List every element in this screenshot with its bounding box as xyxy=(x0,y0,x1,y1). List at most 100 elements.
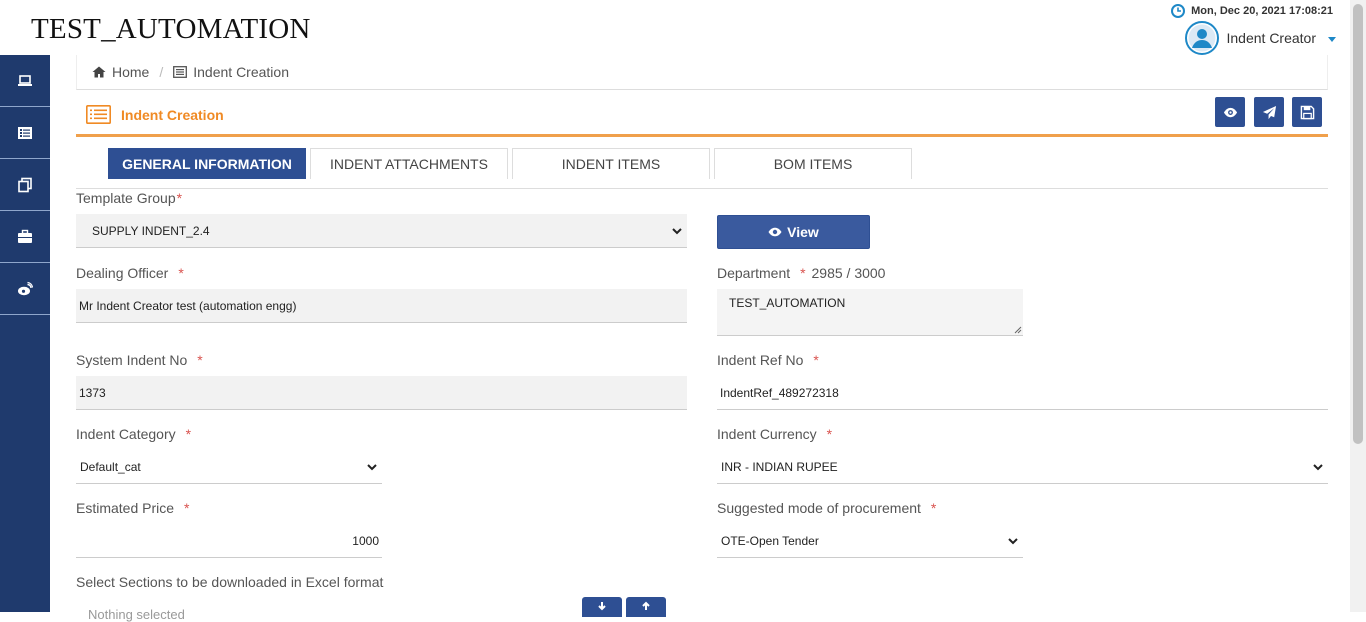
view-template-button[interactable]: View xyxy=(717,215,870,249)
indent-category-value: Default_cat xyxy=(80,459,141,474)
system-indent-no-field[interactable]: 1373 xyxy=(76,376,687,410)
indent-ref-no-label-text: Indent Ref No xyxy=(717,352,804,368)
breadcrumb-home[interactable]: Home xyxy=(112,64,149,80)
template-group-select[interactable]: SUPPLY INDENT_2.4 xyxy=(76,214,687,248)
indent-ref-no-value: IndentRef_489272318 xyxy=(720,385,839,400)
breadcrumb-current: Indent Creation xyxy=(193,64,289,80)
required-marker: * xyxy=(184,500,190,516)
tab-bar: GENERAL INFORMATION INDENT ATTACHMENTS I… xyxy=(76,146,1328,189)
dealing-officer-label: Dealing Officer * xyxy=(76,265,184,281)
home-icon xyxy=(92,66,106,78)
indent-currency-value: INR - INDIAN RUPEE xyxy=(721,459,838,474)
tab-general-information[interactable]: GENERAL INFORMATION xyxy=(108,148,306,179)
chevron-down-icon xyxy=(1008,537,1018,544)
sidebar-item-dashboard[interactable] xyxy=(0,55,50,107)
briefcase-icon xyxy=(18,229,32,243)
department-label: Department * 2985 / 3000 xyxy=(717,265,885,281)
sidebar-item-briefcase[interactable] xyxy=(0,211,50,263)
required-marker: * xyxy=(176,190,183,206)
list-alt-icon xyxy=(173,66,188,78)
eye-icon xyxy=(768,227,782,237)
estimated-price-label-text: Estimated Price xyxy=(76,500,175,516)
copy-icon xyxy=(18,177,32,192)
tab-indent-attachments[interactable]: INDENT ATTACHMENTS xyxy=(310,148,508,179)
download-arrow-icon xyxy=(598,602,606,611)
required-marker: * xyxy=(178,265,184,281)
upload-arrow-icon xyxy=(642,601,650,610)
breadcrumb-separator: / xyxy=(159,64,164,80)
save-icon xyxy=(1300,105,1314,119)
indent-category-label: Indent Category * xyxy=(76,426,191,442)
department-value: TEST_AUTOMATION xyxy=(729,296,846,310)
list-icon xyxy=(18,126,32,139)
panel-list-icon xyxy=(86,105,111,124)
template-group-label-text: Template Group xyxy=(76,190,176,206)
chevron-down-icon xyxy=(672,227,682,234)
indent-currency-select[interactable]: INR - INDIAN RUPEE xyxy=(717,450,1328,484)
excel-sections-multiselect[interactable]: Nothing selected xyxy=(76,598,576,622)
estimated-price-value: 1000 xyxy=(352,533,379,548)
upload-button[interactable] xyxy=(626,597,666,617)
sidebar xyxy=(0,55,50,612)
template-group-label: Template Group* xyxy=(76,190,182,206)
system-indent-no-label-text: System Indent No xyxy=(76,352,188,368)
excel-sections-label: Select Sections to be downloaded in Exce… xyxy=(76,574,384,590)
submit-button[interactable] xyxy=(1254,97,1284,127)
preview-button[interactable] xyxy=(1215,97,1245,127)
indent-category-select[interactable]: Default_cat xyxy=(76,450,382,484)
required-marker: * xyxy=(185,426,192,442)
sidebar-item-weibo[interactable] xyxy=(0,263,50,315)
top-header: TEST_AUTOMATION Mon, Dec 20, 2021 17:08:… xyxy=(0,0,1366,55)
panel-title-text: Indent Creation xyxy=(121,106,224,123)
indent-currency-label-text: Indent Currency xyxy=(717,426,817,442)
excel-sections-placeholder: Nothing selected xyxy=(88,607,185,622)
department-char-counter: 2985 / 3000 xyxy=(811,265,886,281)
dealing-officer-field[interactable]: Mr Indent Creator test (automation engg) xyxy=(76,289,687,323)
estimated-price-label: Estimated Price * xyxy=(76,500,190,516)
user-name: Indent Creator xyxy=(1226,30,1317,46)
indent-ref-no-label: Indent Ref No * xyxy=(717,352,819,368)
dealing-officer-label-text: Dealing Officer xyxy=(76,265,169,281)
indent-currency-label: Indent Currency * xyxy=(717,426,832,442)
breadcrumb: Home / Indent Creation xyxy=(76,55,1328,90)
download-button[interactable] xyxy=(582,597,622,617)
datetime-text: Mon, Dec 20, 2021 17:08:21 xyxy=(1191,5,1333,17)
required-marker: * xyxy=(800,265,806,281)
user-menu[interactable]: Indent Creator xyxy=(1184,21,1336,55)
department-label-text: Department xyxy=(717,265,791,281)
page-scrollbar[interactable] xyxy=(1350,0,1366,612)
procurement-mode-value: OTE-Open Tender xyxy=(721,533,819,548)
user-avatar-icon xyxy=(1184,21,1219,55)
indent-category-label-text: Indent Category xyxy=(76,426,176,442)
save-button[interactable] xyxy=(1292,97,1322,127)
tab-indent-items[interactable]: INDENT ITEMS xyxy=(512,148,710,179)
app-title: TEST_AUTOMATION xyxy=(31,13,311,45)
system-indent-no-label: System Indent No * xyxy=(76,352,203,368)
procurement-mode-label-text: Suggested mode of procurement xyxy=(717,500,921,516)
chevron-down-icon xyxy=(367,463,377,470)
scrollbar-thumb[interactable] xyxy=(1353,4,1363,444)
template-group-value: SUPPLY INDENT_2.4 xyxy=(92,223,210,238)
eye-icon xyxy=(1223,107,1237,117)
required-marker: * xyxy=(826,426,833,442)
paper-plane-icon xyxy=(1262,105,1276,119)
sidebar-item-list[interactable] xyxy=(0,107,50,159)
datetime: Mon, Dec 20, 2021 17:08:21 xyxy=(1171,4,1333,18)
dealing-officer-value: Mr Indent Creator test (automation engg) xyxy=(79,298,297,313)
resize-grip-icon[interactable] xyxy=(1014,326,1022,334)
panel-title: Indent Creation xyxy=(86,105,224,124)
laptop-icon xyxy=(18,74,32,86)
procurement-mode-select[interactable]: OTE-Open Tender xyxy=(717,524,1023,558)
indent-ref-no-field[interactable]: IndentRef_489272318 xyxy=(717,376,1328,410)
required-marker: * xyxy=(813,352,819,368)
required-marker: * xyxy=(197,352,203,368)
tab-bom-items[interactable]: BOM ITEMS xyxy=(714,148,912,179)
weibo-icon xyxy=(18,281,33,295)
main-content: Home / Indent Creation Indent Creation G… xyxy=(50,55,1350,622)
estimated-price-field[interactable]: 1000 xyxy=(76,524,382,558)
view-button-label: View xyxy=(787,224,819,240)
panel-header: Indent Creation xyxy=(76,91,1328,137)
department-textarea[interactable]: TEST_AUTOMATION xyxy=(717,289,1023,336)
required-marker: * xyxy=(930,500,937,516)
sidebar-item-copy[interactable] xyxy=(0,159,50,211)
